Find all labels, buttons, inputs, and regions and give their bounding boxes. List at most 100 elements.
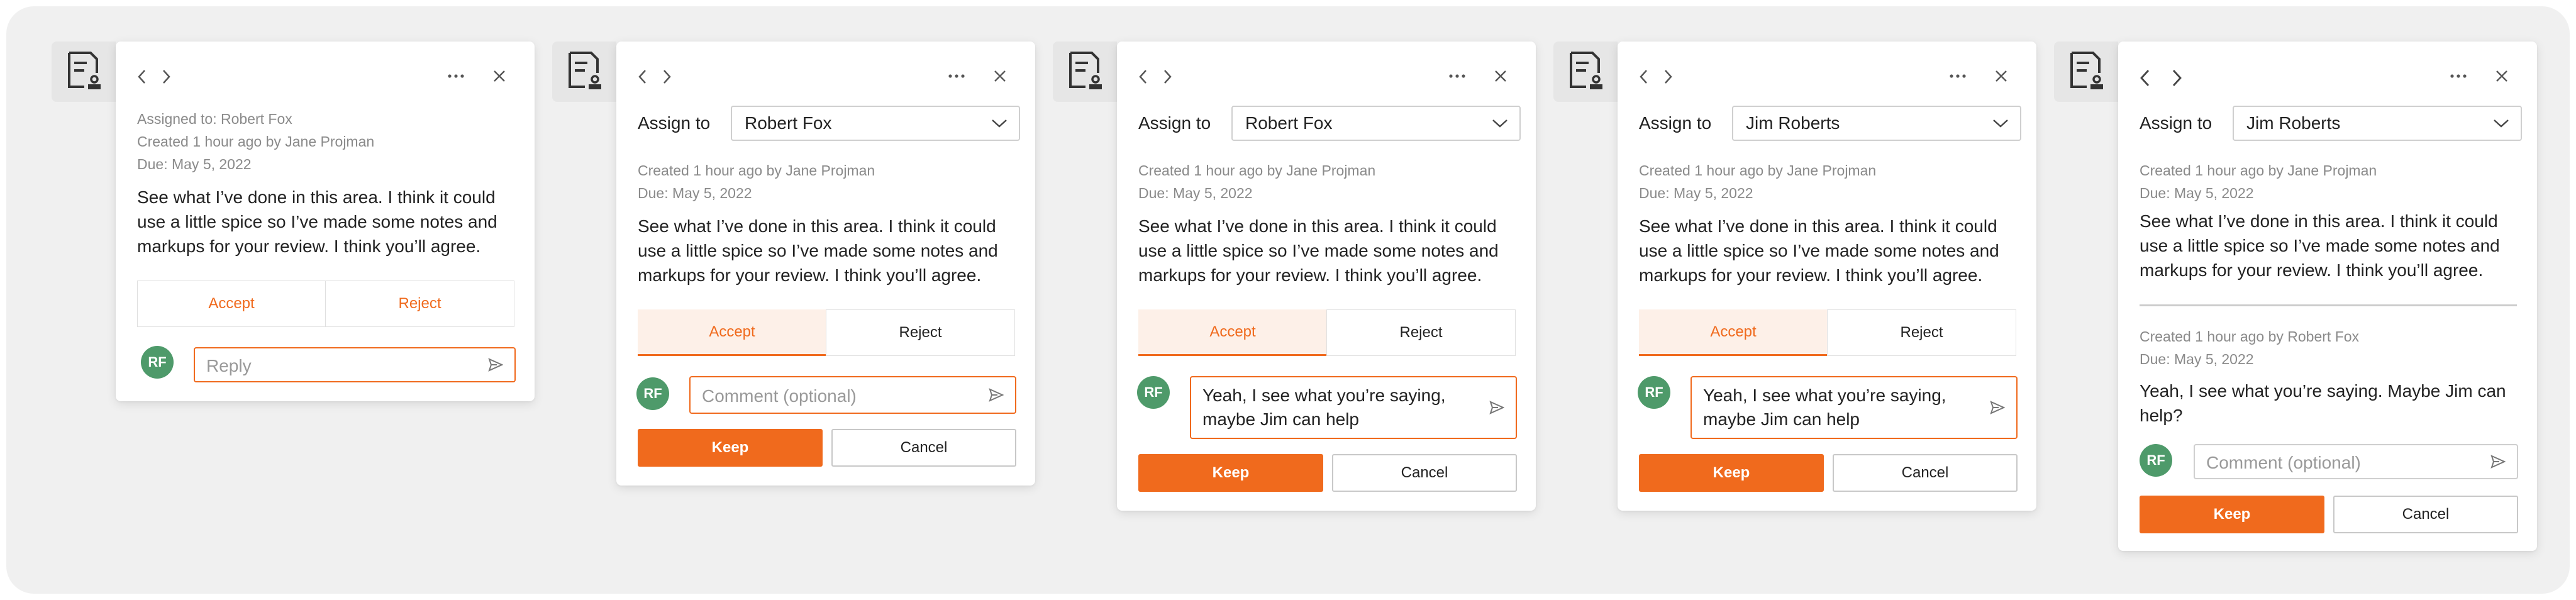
accept-reject-group: Accept Reject	[1138, 309, 1516, 356]
send-icon[interactable]	[989, 387, 1004, 403]
task-description: See what I’ve done in this area. I think…	[1138, 216, 1499, 285]
assignee-select[interactable]: Jim Roberts	[1732, 106, 2021, 141]
comment-input[interactable]: Yeah, I see what you’re saying, maybe Ji…	[1690, 376, 2018, 439]
close-icon[interactable]	[994, 70, 1006, 82]
chevron-right-icon[interactable]	[1664, 69, 1673, 84]
task-tab[interactable]	[52, 42, 116, 102]
avatar: RF	[2140, 444, 2172, 477]
due-date-text: Due: May 5, 2022	[1138, 185, 1253, 201]
cancel-button[interactable]: Cancel	[2333, 496, 2518, 533]
reject-button[interactable]: Reject	[1326, 309, 1516, 356]
accept-button[interactable]: Accept	[638, 309, 826, 356]
task-card-3: Assign to Robert Fox Created 1 hour ago …	[1117, 42, 1536, 511]
more-icon[interactable]	[1950, 74, 1966, 78]
due-date-text: Due: May 5, 2022	[2140, 185, 2254, 201]
keep-button[interactable]: Keep	[638, 429, 823, 467]
reject-button[interactable]: Reject	[1827, 309, 2016, 356]
accept-button[interactable]: Accept	[137, 281, 326, 327]
reject-button[interactable]: Reject	[826, 309, 1015, 356]
close-icon[interactable]	[1494, 70, 1507, 82]
comment-text-line-1: Yeah, I see what you’re saying,	[1703, 386, 1946, 405]
card-header	[1138, 64, 1514, 89]
avatar: RF	[141, 346, 174, 379]
reply-due-date-text: Due: May 5, 2022	[2140, 351, 2254, 367]
reply-comment-text: Yeah, I see what you’re saying. Maybe Ji…	[2140, 381, 2506, 425]
comment-input[interactable]: Comment (optional)	[2194, 444, 2518, 479]
comment-text-line-2: maybe Jim can help	[1202, 409, 1360, 429]
chevron-left-icon[interactable]	[1639, 69, 1648, 84]
created-text: Created 1 hour ago by Jane Projman	[1138, 162, 1376, 179]
reply-input[interactable]: Reply	[194, 347, 516, 382]
created-text: Created 1 hour ago by Jane Projman	[1639, 162, 1877, 179]
send-icon[interactable]	[1489, 400, 1504, 415]
assigned-to-text: Assigned to: Robert Fox	[137, 111, 292, 127]
close-icon[interactable]	[1995, 70, 2007, 82]
send-icon[interactable]	[488, 357, 503, 372]
chevron-down-icon	[992, 119, 1007, 128]
task-description: See what I’ve done in this area. I think…	[1639, 216, 1999, 285]
accept-reject-group: Accept Reject	[1639, 309, 2016, 356]
canvas-background: Assigned to: Robert Fox Created 1 hour a…	[6, 6, 2570, 594]
avatar: RF	[1638, 376, 1670, 409]
chevron-right-icon[interactable]	[1163, 69, 1172, 84]
assignee-value: Robert Fox	[745, 113, 832, 133]
close-icon[interactable]	[493, 70, 506, 82]
task-card-1: Assigned to: Robert Fox Created 1 hour a…	[116, 42, 535, 401]
send-icon[interactable]	[2490, 454, 2506, 469]
cancel-button[interactable]: Cancel	[831, 429, 1016, 467]
assignee-select[interactable]: Jim Roberts	[2233, 106, 2522, 141]
task-card-2: Assign to Robert Fox Created 1 hour ago …	[616, 42, 1035, 486]
chevron-down-icon	[1993, 119, 2008, 128]
assign-to-label: Assign to	[1138, 113, 1211, 133]
keep-button[interactable]: Keep	[2140, 496, 2324, 533]
task-tab[interactable]	[2054, 42, 2118, 102]
chevron-left-icon[interactable]	[137, 69, 146, 84]
task-tab[interactable]	[1553, 42, 1618, 102]
chevron-right-icon[interactable]	[162, 69, 171, 84]
close-icon[interactable]	[2496, 70, 2508, 82]
more-icon[interactable]	[948, 74, 965, 78]
accept-button[interactable]: Accept	[1138, 309, 1327, 356]
chevron-left-icon[interactable]	[1138, 69, 1147, 84]
keep-button[interactable]: Keep	[1138, 454, 1323, 492]
task-description: See what I’ve done in this area. I think…	[2140, 211, 2500, 280]
assignee-select[interactable]: Robert Fox	[1231, 106, 1521, 141]
assignee-select[interactable]: Robert Fox	[731, 106, 1020, 141]
task-card-4: Assign to Jim Roberts Created 1 hour ago…	[1618, 42, 2036, 511]
send-icon[interactable]	[1990, 400, 2005, 415]
card-header	[2140, 64, 2516, 89]
more-icon[interactable]	[448, 74, 464, 78]
assignee-value: Jim Roberts	[1746, 113, 1840, 133]
keep-button[interactable]: Keep	[1639, 454, 1824, 492]
task-document-icon	[569, 52, 601, 89]
created-text: Created 1 hour ago by Jane Projman	[2140, 162, 2377, 179]
accept-reject-group: Accept Reject	[638, 309, 1015, 356]
task-tab[interactable]	[1053, 42, 1117, 102]
comment-input[interactable]: Comment (optional)	[689, 376, 1016, 414]
comment-input[interactable]: Yeah, I see what you’re saying, maybe Ji…	[1190, 376, 1517, 439]
due-date-text: Due: May 5, 2022	[1639, 185, 1753, 201]
accept-button[interactable]: Accept	[1639, 309, 1828, 356]
more-icon[interactable]	[2450, 74, 2467, 78]
chevron-right-icon[interactable]	[2172, 69, 2182, 87]
cancel-button[interactable]: Cancel	[1332, 454, 1517, 492]
chevron-down-icon	[2494, 119, 2509, 128]
reply-placeholder: Reply	[206, 356, 252, 375]
chevron-right-icon[interactable]	[663, 69, 672, 84]
task-description: See what I’ve done in this area. I think…	[137, 187, 497, 256]
more-icon[interactable]	[1449, 74, 1465, 78]
chevron-left-icon[interactable]	[2140, 69, 2150, 87]
task-tab[interactable]	[552, 42, 616, 102]
comment-text-line-2: maybe Jim can help	[1703, 409, 1860, 429]
thread-divider	[2140, 304, 2517, 306]
card-header	[638, 64, 1014, 89]
task-document-icon	[68, 52, 101, 89]
accept-reject-group: Accept Reject	[137, 281, 514, 327]
assign-to-label: Assign to	[638, 113, 711, 133]
due-date-text: Due: May 5, 2022	[137, 156, 252, 172]
cancel-button[interactable]: Cancel	[1833, 454, 2018, 492]
reject-button[interactable]: Reject	[325, 281, 514, 327]
card-header	[1639, 64, 2015, 89]
chevron-left-icon[interactable]	[638, 69, 647, 84]
created-text: Created 1 hour ago by Jane Projman	[137, 133, 375, 150]
